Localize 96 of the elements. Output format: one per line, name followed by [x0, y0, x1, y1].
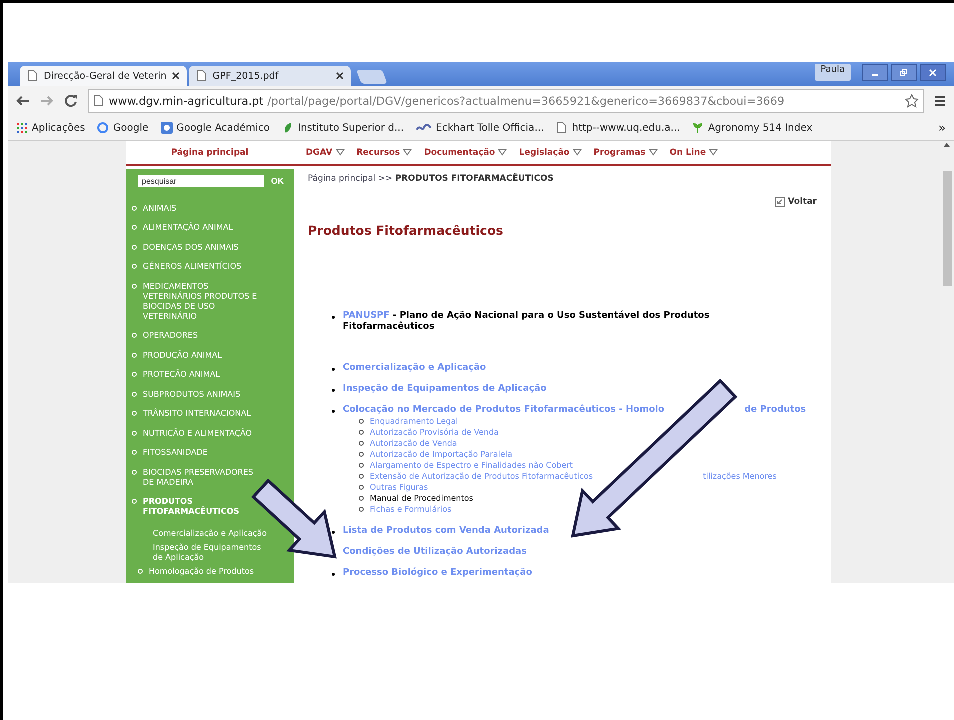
sidebar-item[interactable]: ANIMAIS — [132, 204, 177, 214]
sidebar-item[interactable]: NUTRIÇÃO E ALIMENTAÇÃO — [132, 428, 252, 439]
bullet — [332, 368, 335, 371]
reload-icon — [64, 94, 78, 108]
sidebar-item[interactable]: FITOSSANIDADE — [132, 448, 208, 458]
address-bar[interactable]: www.dgv.min-agricultura.pt /portal/page/portal/DGV/genericos?actualmenu=3665921&generico=3669837&cboui=3669 — [88, 89, 924, 113]
close-icon — [929, 68, 937, 76]
bullet — [332, 389, 335, 392]
arrow-box-icon — [775, 197, 786, 207]
nav-menu-item[interactable]: Programas — [594, 148, 658, 158]
link[interactable]: Manual de Procedimentos — [370, 493, 474, 504]
link[interactable]: Processo Biológico e Experimentação — [343, 568, 532, 578]
back-link[interactable]: Voltar — [775, 197, 817, 207]
breadcrumb: Página principal >> PRODUTOS FITOFARMACÊUTICOS — [308, 174, 555, 184]
minimize-button[interactable] — [862, 64, 888, 81]
star-icon — [905, 94, 919, 108]
page-icon — [27, 70, 39, 82]
link[interactable]: Colocação no Mercado de Produtos Fitofarmacêuticos - Homolo — [343, 405, 665, 415]
link[interactable]: tilizações Menores — [703, 471, 777, 482]
bullet — [332, 316, 335, 319]
link[interactable]: Outras Figuras — [370, 482, 428, 493]
back-icon — [16, 94, 30, 108]
bookmark[interactable]: Google Académico — [160, 122, 270, 134]
sidebar-item[interactable]: OPERADORES — [132, 331, 198, 342]
browser-tab[interactable]: GPF_2015.pdf — [188, 66, 351, 86]
sidebar-item[interactable]: MEDICAMENTOS VETERINÁRIOS PRODUTOS E BIOCIDAS DE USO VETERINÁRIO — [132, 282, 264, 322]
page-icon — [93, 95, 105, 107]
menu-icon — [934, 95, 946, 107]
bookmark[interactable]: Google — [97, 122, 149, 134]
page-icon — [196, 70, 208, 82]
restore-icon — [900, 68, 908, 76]
sidebar-item[interactable]: PRODUÇÃO ANIMAL — [132, 350, 222, 361]
sidebar-item[interactable]: PROTEÇÃO ANIMAL — [132, 370, 220, 380]
caret-icon — [498, 149, 508, 156]
browser-tab[interactable]: Direcção-Geral de Veterin — [20, 66, 187, 86]
nav-menu-item[interactable]: Documentação — [424, 148, 508, 158]
link[interactable]: Comercialização e Aplicação — [343, 363, 486, 373]
new-tab-button[interactable] — [356, 70, 388, 84]
link[interactable]: Inspeção de Equipamentos de Aplicação — [343, 384, 547, 394]
link[interactable]: de Produtos — [744, 405, 806, 415]
caret-icon — [709, 149, 718, 156]
link[interactable]: Enquadramento Legal — [370, 416, 458, 427]
bookmark[interactable]: Agronomy 514 Index — [692, 122, 813, 134]
sidebar-item[interactable]: DOENÇAS DOS ANIMAIS — [132, 242, 239, 253]
link[interactable]: Autorização de Importação Paralela — [370, 449, 512, 460]
page-icon — [556, 122, 568, 134]
sidebar-item[interactable]: PRODUTOS FITOFARMACÊUTICOS — [132, 497, 264, 518]
link[interactable]: Autorização Provisória de Venda — [370, 427, 499, 438]
restore-button[interactable] — [891, 64, 917, 81]
home-link[interactable]: Página principal — [126, 148, 294, 158]
close-icon — [172, 72, 180, 80]
nav-menu-item[interactable]: On Line — [670, 148, 718, 158]
more-bookmarks-button[interactable]: » — [938, 121, 946, 135]
link[interactable]: Lista de Produtos com Venda Autorizada — [343, 526, 550, 536]
nav-menu-item[interactable]: DGAV — [306, 148, 345, 158]
page-heading: Produtos Fitofarmacêuticos — [308, 223, 504, 238]
ok-button[interactable]: OK — [271, 176, 284, 186]
sidebar-item[interactable]: TRÂNSITO INTERNACIONAL — [132, 409, 252, 420]
plant-icon — [692, 122, 704, 134]
bookmark[interactable]: http--www.uq.edu.a... — [556, 122, 680, 134]
bullet — [332, 531, 335, 534]
scholar-icon — [160, 122, 173, 134]
sidebar-item[interactable]: SUBPRODUTOS ANIMAIS — [132, 390, 241, 400]
link[interactable]: Alargamento de Espectro e Finalidades não Cobert — [370, 460, 574, 471]
nav-menu-item[interactable]: Recursos — [356, 148, 412, 158]
bullet — [332, 410, 335, 413]
link[interactable]: Autorização de Venda — [370, 438, 458, 449]
profile-button[interactable]: Paula — [814, 64, 851, 81]
bookmark[interactable]: Eckhart Tolle Officia... — [416, 122, 544, 134]
sidebar-item[interactable]: ALIMENTAÇÃO ANIMAL — [132, 223, 234, 234]
scrollbar-thumb[interactable] — [942, 171, 952, 286]
caret-icon — [572, 149, 582, 156]
bookmark[interactable]: Aplicações — [16, 122, 86, 134]
list-item-text: PANUSPF - Plano de Ação Nacional para o Uso Sustentável dos Produtos Fitofarmacêuticos — [343, 311, 711, 333]
sidebar-item[interactable]: BIOCIDAS PRESERVADORES DE MADEIRA — [132, 468, 264, 488]
sidebar-subitem[interactable]: Homologação de Produtos — [138, 567, 254, 577]
apps-icon — [16, 122, 28, 134]
search-field[interactable]: pesquisar — [138, 175, 264, 187]
close-button[interactable] — [920, 64, 946, 81]
sidebar-subitem[interactable]: Inspeção de Equipamentos de Aplicação — [153, 543, 271, 563]
link[interactable]: Extensão de Autorização de Produtos Fitofarmacêuticos — [370, 471, 594, 482]
nav-menu-item[interactable]: Legislação — [519, 148, 582, 158]
bookmark[interactable]: Instituto Superior d... — [282, 122, 404, 134]
link[interactable]: PANUSPF — [343, 311, 390, 321]
caret-icon — [403, 149, 412, 156]
bullet — [332, 573, 335, 576]
link[interactable]: Condições de Utilização Autorizadas — [343, 547, 527, 557]
sidebar-subitem[interactable]: Comercialização e Aplicação — [153, 529, 268, 539]
leaf-icon — [282, 122, 294, 134]
caret-icon — [648, 149, 658, 156]
google-icon — [97, 122, 110, 134]
caret-icon — [336, 149, 345, 156]
close-icon — [336, 72, 344, 80]
sidebar-item[interactable]: GÉNEROS ALIMENTÍCIOS — [132, 262, 242, 272]
link[interactable]: Fichas e Formulários — [370, 504, 452, 515]
forward-icon — [40, 94, 54, 108]
